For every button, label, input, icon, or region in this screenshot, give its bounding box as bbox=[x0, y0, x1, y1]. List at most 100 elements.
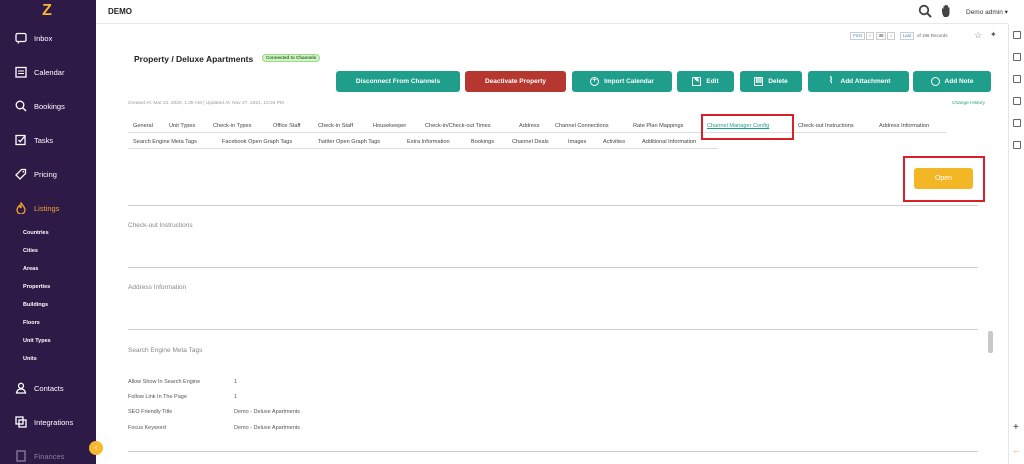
tab-search-engine-meta-tags[interactable]: Search Engine Meta Tags bbox=[133, 139, 197, 145]
tab-bookings[interactable]: Bookings bbox=[471, 139, 494, 145]
sidebar-subitem-unit-types[interactable]: Unit Types bbox=[23, 338, 51, 344]
inbox-icon bbox=[15, 32, 27, 44]
sidebar-item-calendar[interactable]: Calendar bbox=[0, 60, 96, 84]
section-divider bbox=[128, 451, 978, 452]
section-divider bbox=[128, 267, 978, 268]
status-badge: Connected to Channels bbox=[262, 54, 321, 62]
note-icon[interactable] bbox=[1013, 75, 1021, 83]
sidebar-item-finances[interactable]: Finances bbox=[0, 444, 96, 464]
bookings-icon bbox=[15, 100, 27, 112]
tab-check-in-staff[interactable]: Check-in Staff bbox=[318, 123, 353, 129]
change-history-link[interactable]: Change History bbox=[952, 101, 985, 106]
sidebar-subitem-units[interactable]: Units bbox=[23, 356, 37, 362]
field-label: Allow Show In Search Engine bbox=[128, 379, 201, 385]
add-note-button[interactable]: Add Note bbox=[913, 71, 991, 92]
arrow-left-icon[interactable]: ← bbox=[1012, 446, 1021, 455]
deactivate-property-button[interactable]: Deactivate Property bbox=[465, 71, 566, 92]
pin-icon[interactable]: ✦ bbox=[990, 30, 997, 39]
field-label: SEO Friendly Title bbox=[128, 409, 173, 415]
field-value: 1 bbox=[234, 379, 238, 385]
disconnect-channels-button[interactable]: Disconnect From Channels bbox=[336, 71, 460, 92]
note-icon[interactable] bbox=[1013, 141, 1021, 149]
sidebar-subitem-cities[interactable]: Cities bbox=[23, 248, 38, 254]
plus-icon[interactable]: + bbox=[1013, 423, 1019, 433]
paperclip-icon: ⌇ bbox=[828, 75, 834, 85]
import-calendar-button[interactable]: + Import Calendar bbox=[572, 71, 672, 92]
caret-down-icon: ▾ bbox=[1004, 9, 1008, 16]
tab-office-staff[interactable]: Office Staff bbox=[273, 123, 300, 129]
tab-twitter-open-graph-tags[interactable]: Twitter Open Graph Tags bbox=[318, 139, 380, 145]
app-logo[interactable]: Z bbox=[38, 3, 56, 19]
comment-icon bbox=[930, 77, 940, 86]
tab-housekeeper[interactable]: Housekeeper bbox=[373, 123, 406, 129]
tab-channel-deals[interactable]: Channel Deals bbox=[512, 139, 549, 145]
tab-channel-connections[interactable]: Channel Connections bbox=[555, 123, 609, 129]
edit-button[interactable]: ✎ Edit bbox=[677, 71, 734, 92]
breadcrumb: Property / Deluxe Apartments bbox=[134, 54, 254, 64]
button-label: Delete bbox=[768, 78, 788, 85]
button-label: Add Note bbox=[944, 78, 974, 85]
integrations-icon bbox=[15, 416, 27, 428]
pager-first[interactable]: First bbox=[850, 32, 865, 40]
hand-icon[interactable] bbox=[941, 4, 953, 18]
sidebar-item-contacts[interactable]: Contacts bbox=[0, 376, 96, 400]
section-divider bbox=[128, 329, 978, 330]
note-icon[interactable] bbox=[1013, 31, 1021, 39]
highlight-box-tab bbox=[701, 114, 794, 140]
pager-last[interactable]: Last bbox=[900, 32, 914, 40]
tag-icon bbox=[15, 168, 27, 180]
add-attachment-button[interactable]: ⌇ Add Attachment bbox=[808, 71, 909, 92]
tab-address-information[interactable]: Address Information bbox=[879, 123, 929, 129]
star-icon[interactable]: ☆ bbox=[974, 30, 982, 41]
sidebar-item-inbox[interactable]: Inbox bbox=[0, 26, 96, 50]
tab-images[interactable]: Images bbox=[568, 139, 586, 145]
search-icon[interactable] bbox=[918, 4, 932, 18]
app-root: Z Inbox Calendar Bookings Tasks Pricing … bbox=[0, 0, 1024, 464]
tab-general[interactable]: General bbox=[133, 123, 153, 129]
pager-total: of 186 Records bbox=[917, 33, 948, 38]
sidebar-item-pricing[interactable]: Pricing bbox=[0, 162, 96, 186]
pager-current[interactable]: 38 bbox=[876, 32, 886, 40]
sidebar: Z Inbox Calendar Bookings Tasks Pricing … bbox=[0, 0, 96, 464]
sidebar-subitem-floors[interactable]: Floors bbox=[23, 320, 40, 326]
tab-rate-plan-mappings[interactable]: Rate Plan Mappings bbox=[633, 123, 683, 129]
tab-extra-information[interactable]: Extra Information bbox=[407, 139, 450, 145]
tab-unit-types[interactable]: Unit Types bbox=[169, 123, 195, 129]
sidebar-item-listings[interactable]: Listings bbox=[0, 196, 96, 220]
sidebar-item-bookings[interactable]: Bookings bbox=[0, 94, 96, 118]
tabs-row-2: Search Engine Meta Tags Facebook Open Gr… bbox=[128, 135, 718, 149]
tab-additional-information[interactable]: Additional Information bbox=[642, 139, 696, 145]
tab-facebook-open-graph-tags[interactable]: Facebook Open Graph Tags bbox=[222, 139, 292, 145]
note-icon[interactable] bbox=[1013, 119, 1021, 127]
mail-icon[interactable] bbox=[1013, 53, 1021, 61]
user-name: Demo admin bbox=[966, 9, 1003, 16]
sidebar-item-integrations[interactable]: Integrations bbox=[0, 410, 96, 434]
finances-icon bbox=[16, 450, 26, 462]
sidebar-subitem-countries[interactable]: Countries bbox=[23, 230, 49, 236]
chevron-left-icon[interactable]: ‹ bbox=[866, 32, 874, 40]
button-label: Deactivate Property bbox=[484, 78, 547, 85]
user-menu[interactable]: Demo admin ▾ bbox=[966, 8, 1008, 16]
right-rail: + ← bbox=[1008, 24, 1024, 464]
field-label: Focus Keyword bbox=[128, 425, 166, 431]
sidebar-item-label: Bookings bbox=[34, 101, 65, 111]
sidebar-item-label: Tasks bbox=[34, 135, 54, 145]
sidebar-subitem-buildings[interactable]: Buildings bbox=[23, 302, 48, 308]
sidebar-subitem-areas[interactable]: Areas bbox=[23, 266, 38, 272]
tab-activities[interactable]: Activities bbox=[603, 139, 625, 145]
sidebar-item-tasks[interactable]: Tasks bbox=[0, 128, 96, 152]
field-value: Demo - Deluxe Apartments bbox=[234, 425, 301, 431]
delete-button[interactable]: ▤ Delete bbox=[740, 71, 802, 92]
tab-check-in-types[interactable]: Check-in Types bbox=[213, 123, 251, 129]
chevron-right-icon[interactable]: › bbox=[887, 32, 895, 40]
section-divider bbox=[128, 205, 978, 206]
sidebar-collapse-button[interactable]: ‹ bbox=[89, 441, 103, 455]
scrollbar-thumb[interactable] bbox=[988, 331, 993, 353]
tab-check-in-out-times[interactable]: Check-in/Check-out Times bbox=[425, 123, 491, 129]
open-button[interactable]: Open bbox=[914, 168, 973, 189]
sidebar-subitem-properties[interactable]: Properties bbox=[23, 284, 50, 290]
tab-address[interactable]: Address bbox=[519, 123, 540, 129]
mail-icon[interactable] bbox=[1013, 97, 1021, 105]
tab-check-out-instructions[interactable]: Check-out Instructions bbox=[798, 123, 854, 129]
field-value: Demo - Deluxe Apartments bbox=[234, 409, 301, 415]
